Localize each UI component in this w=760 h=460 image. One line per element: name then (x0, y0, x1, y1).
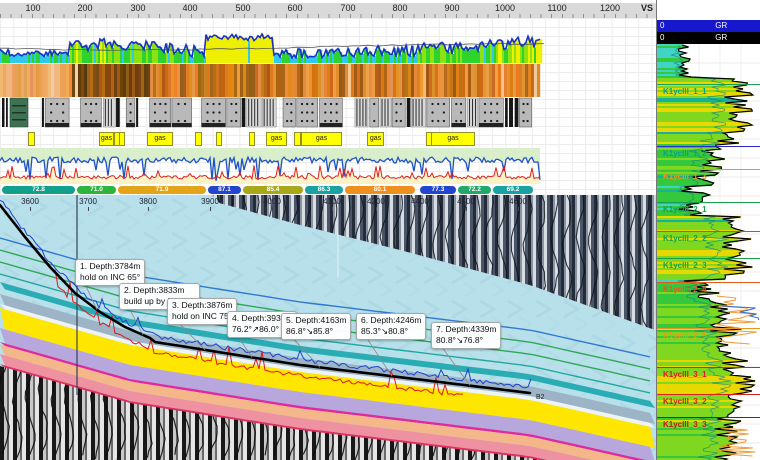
survey-segment: 87.1 (208, 186, 241, 194)
md-tick (376, 207, 377, 211)
gas-interval: gas (266, 132, 287, 146)
gas-interval (249, 132, 255, 146)
md-tick (148, 207, 149, 211)
curve-name-label: GR (715, 32, 727, 44)
md-tick (88, 207, 89, 211)
gas-interval (294, 132, 301, 146)
md-tick (210, 207, 211, 211)
md-tick-label: 3800 (139, 197, 157, 206)
steering-annotation[interactable]: 5. Depth:4163m86.8°↘85.8° (281, 313, 351, 340)
ruler-unit-label: VS (641, 3, 653, 13)
resistivity-curve-track (0, 148, 545, 186)
gr-header-row-1[interactable]: 0 GR (657, 20, 760, 32)
color-band-track (0, 64, 545, 97)
gr-vs-curve-track (0, 22, 656, 64)
md-tick-label: 4100 (323, 197, 341, 206)
gas-interval: gas (147, 132, 173, 146)
formation-top-line (657, 146, 760, 147)
ruler-tick-label: 1000 (495, 3, 515, 13)
ruler-tick-label: 1100 (547, 3, 566, 13)
md-tick (420, 207, 421, 211)
gr-header-row-2[interactable]: 0 GR (657, 32, 760, 44)
md-tick-label: 4600 (509, 197, 527, 206)
md-tick-label: 3700 (79, 197, 97, 206)
formation-top-label[interactable]: K1ycIII_2_5 (663, 331, 707, 340)
ruler-tick-label: 900 (444, 3, 459, 13)
formation-top-line (657, 84, 760, 85)
curve-name-label: GR (715, 20, 727, 32)
survey-segment: 72.2 (458, 186, 491, 194)
md-tick (272, 207, 273, 211)
gr-type-log-panel[interactable]: 0 GR 0 GR K1ycIII_1_1K1ycIII_1_2K1ycIII_… (656, 0, 760, 460)
md-tick (518, 207, 519, 211)
md-tick-label: 4400 (411, 197, 429, 206)
survey-segment: 80.1 (345, 186, 415, 194)
formation-top-label[interactable]: K1ycIII_1_2 (663, 149, 707, 158)
gas-interval: gas (99, 132, 114, 146)
md-tick (466, 207, 467, 211)
survey-segment: 86.3 (305, 186, 343, 194)
formation-top-label[interactable]: K1ycIII_1_1 (663, 87, 707, 96)
survey-segment: 85.4 (243, 186, 303, 194)
gas-shows-track: gasgasgasgasgasgas (0, 130, 545, 148)
formation-top-line (657, 202, 760, 203)
formation-top-line (657, 367, 760, 368)
inclination-segment-bar: 72.871.071.987.185.486.380.1 77.372.269.2 (0, 186, 545, 194)
seismic-section[interactable]: B2 3600 3700 3800 3900 4000 4100 4200 4400 4500 4… (0, 195, 656, 460)
survey-segment: 77.3 (420, 186, 456, 194)
vs-ruler[interactable]: VS 100 200 300 400 500 600 700 800 900 1000 1100 12… (0, 0, 656, 19)
ruler-tick-label: 700 (340, 3, 355, 13)
gas-interval: gas (431, 132, 475, 146)
md-tick-label: 4500 (457, 197, 475, 206)
steering-annotation[interactable]: 6. Depth:4246m85.3°↘80.8° (356, 313, 426, 340)
survey-segment: 69.2 (493, 186, 533, 194)
ruler-tick-label: 300 (130, 3, 145, 13)
formation-top-line (657, 394, 760, 395)
survey-segment: 71.0 (77, 186, 116, 194)
ruler-tick-label: 200 (77, 3, 92, 13)
md-tick (332, 207, 333, 211)
formation-top-line (657, 417, 760, 418)
log-tracks-header[interactable]: gasgasgasgasgasgas 72.871.071.987.185.48… (0, 18, 656, 195)
survey-segment: 72.8 (2, 186, 75, 194)
formation-top-label[interactable]: K1ycIII_2_1 (663, 205, 707, 214)
ruler-tick-label: 100 (25, 3, 40, 13)
md-tick-label: 3600 (21, 197, 39, 206)
formation-top-label[interactable]: K1ycIII_2_3 (663, 261, 707, 270)
formation-top-label[interactable]: K1ycIII_3_2 (663, 397, 707, 406)
formation-top-label[interactable]: K1ycIII_2_4 (663, 285, 707, 294)
formation-top-label[interactable]: K1ycIII_2_2 (663, 234, 707, 243)
ruler-tick-label: 800 (392, 3, 407, 13)
survey-segment: 71.9 (118, 186, 206, 194)
formation-top-line (657, 282, 760, 283)
ruler-tick-label: 500 (235, 3, 250, 13)
formation-top-label[interactable]: K1ycIII_3_1 (663, 370, 707, 379)
md-tick-label: 4000 (263, 197, 281, 206)
gas-interval: gas (301, 132, 342, 146)
type-log-body: K1ycIII_1_1 K1ycIII_1_2 K1ycIII_1_3 K1ycIII… (657, 44, 760, 460)
curve-min-value: 0 (660, 20, 664, 32)
gas-interval: gas (367, 132, 384, 146)
geosteering-app: VS 100 200 300 400 500 600 700 800 900 1000 1100 12… (0, 0, 760, 460)
gas-interval (216, 132, 222, 146)
well-end-label: B2 (536, 394, 545, 401)
md-tick-label: 3900 (201, 197, 219, 206)
gas-interval (195, 132, 202, 146)
gas-interval (119, 132, 125, 146)
formation-top-line (657, 169, 760, 170)
md-tick (30, 207, 31, 211)
formation-top-line (657, 328, 760, 329)
curve-min-value: 0 (660, 32, 664, 44)
formation-top-line (657, 258, 760, 259)
md-tick-label: 4200 (367, 197, 385, 206)
ruler-tick-label: 400 (182, 3, 197, 13)
formation-top-label[interactable]: K1ycIII_1_3 (663, 172, 707, 181)
gas-interval (28, 132, 35, 146)
formation-top-label[interactable]: K1ycIII_3_3 (663, 420, 707, 429)
formation-top-line (657, 231, 760, 232)
ruler-tick-label: 1200 (600, 3, 620, 13)
steering-annotation[interactable]: 7. Depth:4339m80.8°↘76.8° (431, 322, 501, 349)
lithology-track (0, 97, 545, 130)
ruler-tick-label: 600 (287, 3, 302, 13)
